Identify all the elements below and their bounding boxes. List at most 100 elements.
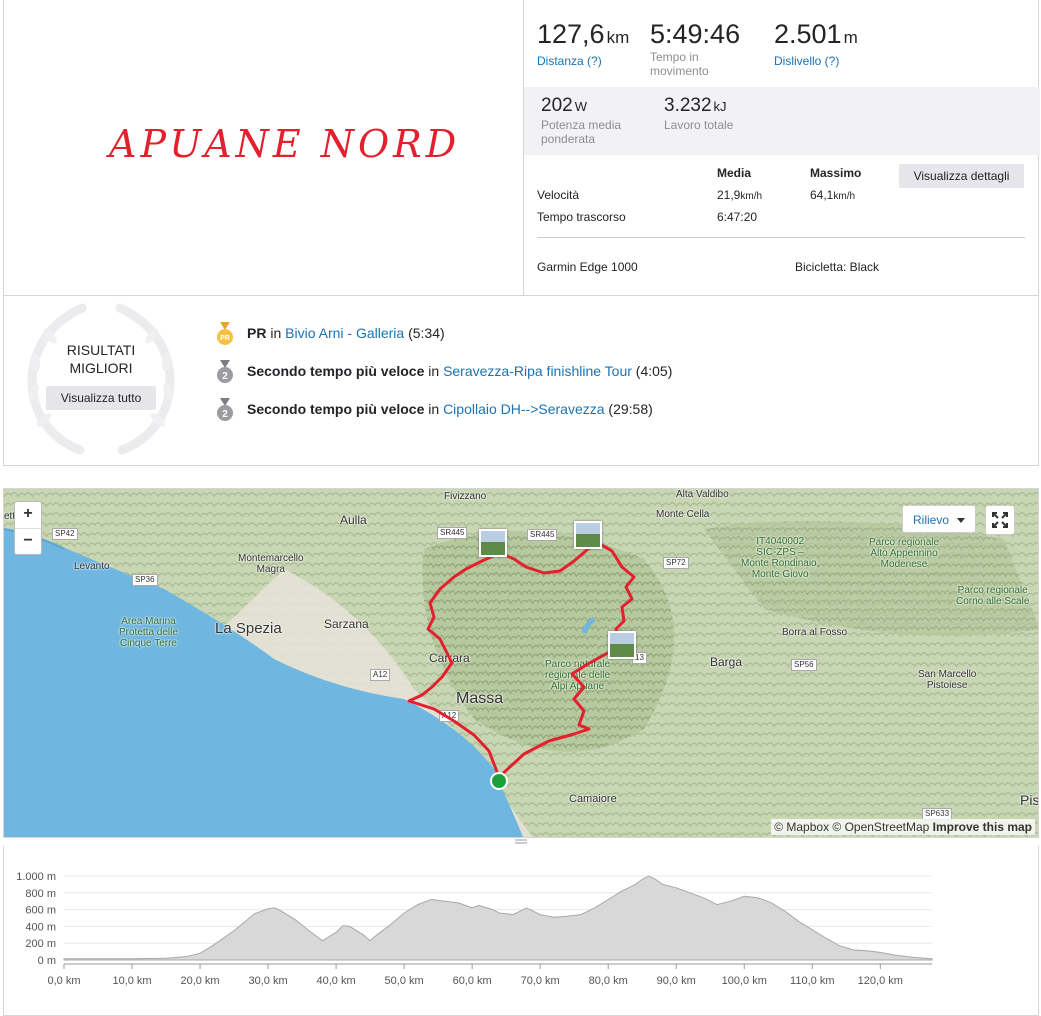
power-label-2: ponderata bbox=[541, 132, 596, 146]
col-avg-header: Media bbox=[717, 166, 752, 180]
y-tick-label: 800 m bbox=[25, 888, 56, 900]
activity-summary: APUANE NORD 127,6 km Distanza (?) 5:49:46… bbox=[3, 0, 1040, 296]
map-layer-value: Rilievo bbox=[913, 513, 950, 527]
second-place-medal-icon: 2 bbox=[217, 398, 233, 421]
attribution-text[interactable]: © Mapbox © OpenStreetMap bbox=[774, 820, 929, 834]
x-tick-label: 70,0 km bbox=[521, 975, 560, 987]
expand-icon bbox=[992, 512, 1008, 528]
moving-time-stat: 5:49:46 Tempo in movimento bbox=[650, 18, 740, 78]
segment-link[interactable]: Bivio Arni - Galleria bbox=[285, 325, 404, 341]
elevation-area bbox=[63, 875, 933, 961]
speed-label: Velocità bbox=[537, 188, 580, 202]
y-tick-label: 1.000 m bbox=[16, 871, 56, 883]
power-unit: W bbox=[574, 99, 587, 114]
moving-time-value: 5:49:46 bbox=[650, 19, 741, 49]
route-map[interactable]: Fivizzano Aulla Montemarcello Magra Leva… bbox=[3, 488, 1039, 838]
x-tick-label: 60,0 km bbox=[453, 975, 492, 987]
achievement-in: in bbox=[428, 401, 440, 417]
map-attribution: © Mapbox © OpenStreetMap Improve this ma… bbox=[771, 819, 1035, 835]
secondary-stats-band: 202 W Potenza media ponderata 3.232 kJ Lav… bbox=[524, 87, 1040, 155]
achievement-time: (29:58) bbox=[608, 401, 653, 417]
elevation-stat: 2.501 m Dislivello (?) bbox=[774, 18, 858, 68]
work-value: 3.232 bbox=[664, 95, 712, 116]
device-name: Garmin Edge 1000 bbox=[537, 260, 638, 274]
best-efforts-title: RISULTATI MIGLIORI bbox=[44, 341, 158, 377]
x-tick-label: 110,0 km bbox=[790, 975, 834, 987]
speed-max-value: 64,1 bbox=[810, 188, 834, 202]
laurel-wreath-icon bbox=[27, 303, 175, 455]
distance-value: 127,6 bbox=[537, 19, 605, 49]
y-tick-label: 600 m bbox=[25, 905, 56, 917]
achievement-time: (5:34) bbox=[408, 325, 445, 341]
photo-marker[interactable] bbox=[479, 529, 507, 557]
photo-marker[interactable] bbox=[574, 521, 602, 549]
elevation-value: 2.501 bbox=[774, 19, 842, 49]
elevation-profile[interactable]: 1.000 m 800 m 600 m 400 m 200 m 0 m 0,0 km 10,… bbox=[3, 846, 1039, 1016]
medal-number: 2 bbox=[222, 409, 228, 420]
activity-title: APUANE NORD bbox=[109, 122, 461, 166]
segment-link[interactable]: Cipollaio DH-->Seravezza bbox=[443, 401, 604, 417]
work-label: Lavoro totale bbox=[664, 118, 734, 132]
speed-max: 64,1km/h bbox=[810, 188, 855, 202]
moving-time-label-1: Tempo in bbox=[650, 50, 699, 64]
x-tick-label: 90,0 km bbox=[657, 975, 696, 987]
best-efforts-title-1: RISULTATI bbox=[66, 342, 136, 358]
moving-time-label-2: movimento bbox=[650, 64, 709, 78]
achievement-rank: Secondo tempo più veloce bbox=[247, 363, 425, 379]
best-efforts-section: RISULTATI MIGLIORI Visualizza tutto PR P… bbox=[3, 296, 1039, 466]
best-efforts-title-2: MIGLIORI bbox=[69, 360, 133, 376]
achievement-rank: Secondo tempo più veloce bbox=[247, 401, 425, 417]
achievement-in: in bbox=[270, 325, 282, 341]
elevation-chart: 1.000 m 800 m 600 m 400 m 200 m 0 m 0,0 km 10,… bbox=[16, 871, 933, 987]
y-tick-label: 400 m bbox=[25, 921, 56, 933]
elevation-unit: m bbox=[843, 28, 858, 47]
elapsed-label: Tempo trascorso bbox=[537, 210, 626, 224]
speed-max-unit: km/h bbox=[833, 191, 856, 202]
achievement-rank: PR bbox=[247, 325, 267, 341]
medal-number: 2 bbox=[222, 371, 228, 382]
view-details-button[interactable]: Visualizza dettagli bbox=[899, 164, 1024, 188]
zoom-controls: + − bbox=[14, 501, 42, 555]
y-tick-label: 200 m bbox=[25, 938, 56, 950]
activity-title-area: APUANE NORD bbox=[4, 0, 524, 296]
improve-map-link[interactable]: Improve this map bbox=[933, 820, 1032, 834]
resize-handle-icon[interactable] bbox=[515, 839, 527, 845]
elapsed-value: 6:47:20 bbox=[717, 210, 758, 224]
bike-name: Bicicletta: Black bbox=[795, 260, 880, 274]
achievement-in: in bbox=[428, 363, 440, 379]
route-line bbox=[407, 542, 636, 779]
speed-avg-unit: km/h bbox=[740, 191, 763, 202]
elevation-label[interactable]: Dislivello (?) bbox=[774, 54, 858, 68]
map-layer-select[interactable]: Rilievo bbox=[902, 505, 976, 533]
distance-unit: km bbox=[606, 28, 630, 47]
distance-label[interactable]: Distanza (?) bbox=[537, 54, 629, 68]
x-tick-label: 0,0 km bbox=[47, 975, 80, 987]
segment-link[interactable]: Seravezza-Ripa finishline Tour bbox=[443, 363, 632, 379]
x-tick-label: 10,0 km bbox=[112, 975, 151, 987]
col-max-header: Massimo bbox=[810, 166, 862, 180]
speed-avg: 21,9km/h bbox=[717, 188, 762, 202]
chevron-down-icon bbox=[957, 518, 965, 523]
achievement-time: (4:05) bbox=[635, 363, 673, 379]
x-tick-label: 50,0 km bbox=[385, 975, 424, 987]
distance-stat: 127,6 km Distanza (?) bbox=[537, 18, 629, 68]
start-marker[interactable] bbox=[490, 772, 508, 790]
photo-marker[interactable] bbox=[608, 631, 636, 659]
speed-avg-value: 21,9 bbox=[717, 188, 741, 202]
stats-divider bbox=[537, 237, 1025, 238]
stats-panel: 127,6 km Distanza (?) 5:49:46 Tempo in mo… bbox=[524, 0, 1040, 296]
x-tick-label: 20,0 km bbox=[180, 975, 219, 987]
fullscreen-button[interactable] bbox=[985, 505, 1015, 535]
work-stat: 3.232 kJ Lavoro totale bbox=[664, 95, 733, 132]
power-value: 202 bbox=[541, 95, 573, 116]
x-tick-label: 80,0 km bbox=[589, 975, 628, 987]
y-tick-label: 0 m bbox=[38, 955, 56, 967]
zoom-in-button[interactable]: + bbox=[15, 502, 41, 529]
pr-medal-text: PR bbox=[220, 335, 230, 342]
view-all-button[interactable]: Visualizza tutto bbox=[46, 386, 156, 410]
zoom-out-button[interactable]: − bbox=[15, 529, 41, 555]
work-unit: kJ bbox=[713, 99, 727, 114]
power-stat: 202 W Potenza media ponderata bbox=[541, 95, 621, 146]
power-label-1: Potenza media bbox=[541, 118, 622, 132]
x-tick-label: 40,0 km bbox=[317, 975, 356, 987]
